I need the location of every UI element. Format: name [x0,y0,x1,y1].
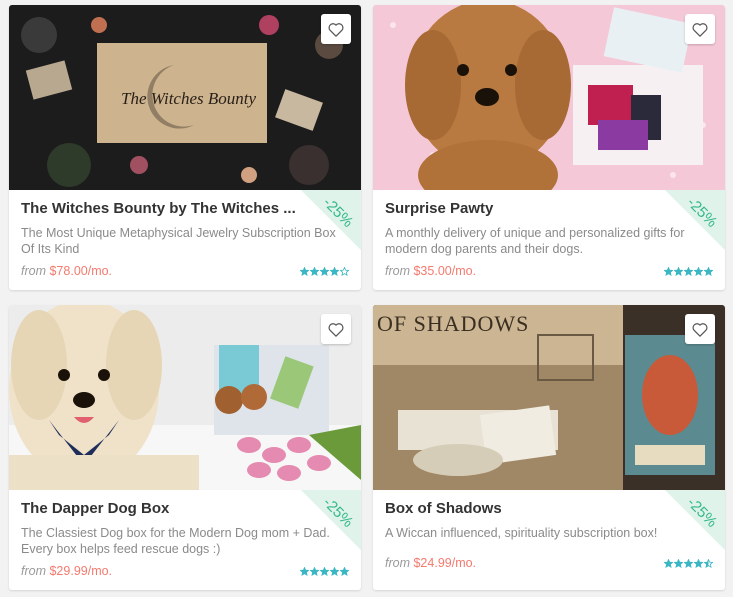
star-filled-icon [300,567,309,576]
product-title[interactable]: The Dapper Dog Box [21,500,169,517]
product-description: A Wiccan influenced, spirituality subscr… [385,526,658,540]
star-filled-icon [664,267,673,276]
product-image[interactable]: The Witches Bounty [9,5,361,190]
price: from $24.99/mo. [385,556,477,570]
product-image[interactable] [373,5,725,190]
star-filled-icon [684,267,693,276]
product-description: The Most Unique Metaphysical Jewelry Sub… [21,226,336,256]
price: from $35.00/mo. [385,264,477,278]
favorite-button[interactable] [685,314,715,344]
heart-outline-icon [692,322,708,337]
star-filled-icon [684,559,693,568]
star-filled-icon [694,267,703,276]
product-image[interactable] [9,305,361,490]
star-filled-icon [674,267,683,276]
favorite-button[interactable] [685,14,715,44]
star-filled-icon [320,267,329,276]
product-description: A monthly delivery of unique and persona… [385,226,685,256]
star-rating [664,267,713,276]
star-filled-icon [300,267,309,276]
heart-outline-icon [328,22,344,37]
heart-outline-icon [328,322,344,337]
product-title[interactable]: Surprise Pawty [385,200,493,217]
star-half-icon [704,559,713,568]
favorite-button[interactable] [321,314,351,344]
star-rating [300,267,349,276]
star-filled-icon [320,567,329,576]
product-card[interactable]: The Witches Bounty -25% The Witches Boun… [9,5,361,290]
discount-badge: -25% [665,490,725,550]
star-rating [300,567,349,576]
product-description: The Classiest Dog box for the Modern Dog… [21,526,330,556]
image-caption: OF SHADOWS [377,311,530,336]
star-filled-icon [694,559,703,568]
image-caption: The Witches Bounty [121,89,257,108]
product-card[interactable]: -25% The Dapper Dog Box The Classiest Do… [9,305,361,590]
product-image[interactable]: OF SHADOWS [373,305,725,490]
star-filled-icon [330,267,339,276]
product-card[interactable]: OF SHADOWS -25% Box of Shadows A Wiccan … [373,305,725,590]
star-filled-icon [340,567,349,576]
star-filled-icon [664,559,673,568]
product-card[interactable]: -25% Surprise Pawty A monthly delivery o… [373,5,725,290]
price: from $29.99/mo. [21,564,113,578]
heart-outline-icon [692,22,708,37]
favorite-button[interactable] [321,14,351,44]
product-title[interactable]: Box of Shadows [385,500,502,517]
star-rating [664,559,713,568]
star-filled-icon [330,567,339,576]
product-title[interactable]: The Witches Bounty by The Witches ... [21,200,296,217]
price: from $78.00/mo. [21,264,113,278]
star-filled-icon [310,567,319,576]
star-empty-icon [340,267,349,276]
star-filled-icon [310,267,319,276]
star-filled-icon [674,559,683,568]
star-filled-icon [704,267,713,276]
